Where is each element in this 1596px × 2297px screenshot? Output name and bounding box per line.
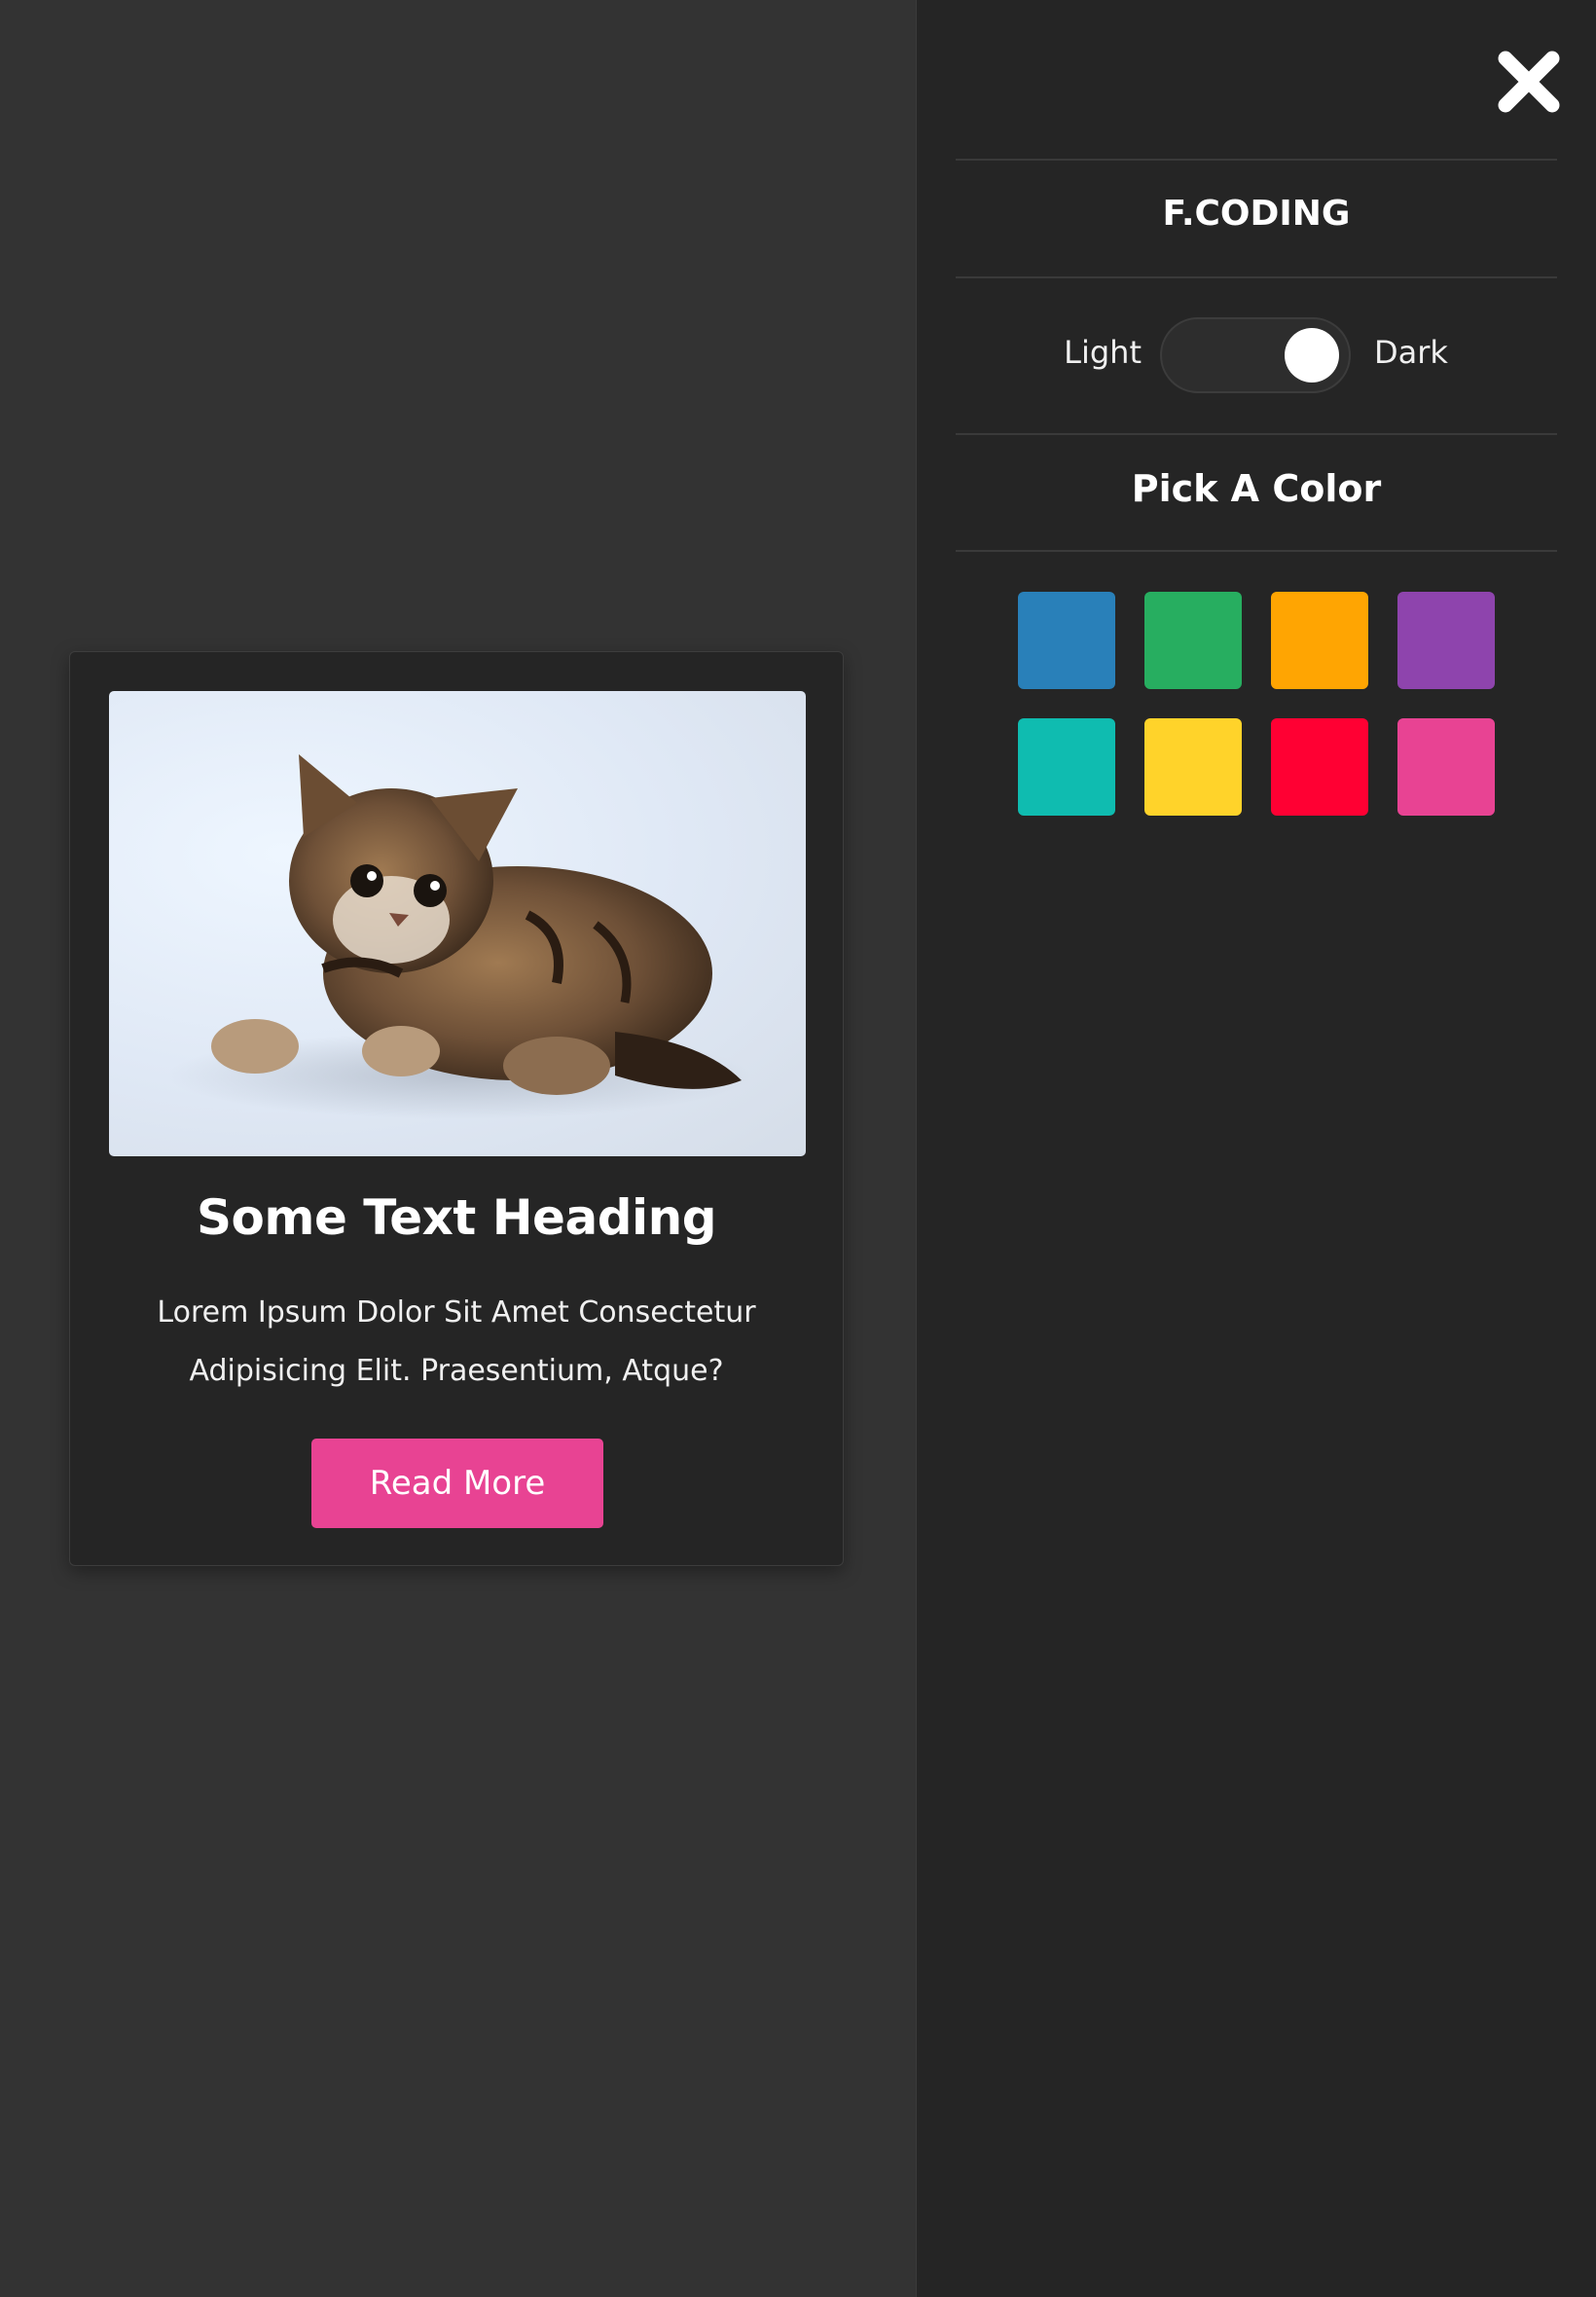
read-more-button[interactable]: Read More <box>311 1439 603 1528</box>
theme-toggle-row: Light Dark <box>956 316 1557 396</box>
color-swatch-1[interactable] <box>1018 592 1115 689</box>
color-swatch-5[interactable] <box>1018 718 1115 816</box>
page: Some Text Heading Lorem Ipsum Dolor Sit … <box>0 0 1596 2297</box>
divider <box>956 550 1557 552</box>
card-description: Lorem Ipsum Dolor Sit Amet Consectetur A… <box>157 1295 756 1388</box>
card-image-kitten <box>109 691 806 1156</box>
divider <box>956 276 1557 278</box>
content-card: Some Text Heading Lorem Ipsum Dolor Sit … <box>69 651 844 1566</box>
toggle-label-dark: Dark <box>1374 334 1448 371</box>
pick-color-title: Pick A Color <box>1131 467 1382 510</box>
close-button[interactable] <box>1494 47 1564 117</box>
color-swatch-grid <box>1018 592 1495 816</box>
toggle-label-light: Light <box>1064 334 1142 371</box>
color-swatch-3[interactable] <box>1271 592 1368 689</box>
toggle-knob <box>1285 328 1339 383</box>
divider <box>956 433 1557 435</box>
color-swatch-6[interactable] <box>1144 718 1242 816</box>
color-swatch-2[interactable] <box>1144 592 1242 689</box>
color-swatch-4[interactable] <box>1397 592 1495 689</box>
kitten-illustration <box>167 754 751 1119</box>
color-swatch-8[interactable] <box>1397 718 1495 816</box>
brand-title: F.CODING <box>1162 194 1351 234</box>
close-icon <box>1498 51 1560 113</box>
color-swatch-7[interactable] <box>1271 718 1368 816</box>
card-heading: Some Text Heading <box>196 1189 717 1246</box>
theme-toggle-switch[interactable] <box>1160 317 1351 393</box>
divider <box>956 159 1557 161</box>
